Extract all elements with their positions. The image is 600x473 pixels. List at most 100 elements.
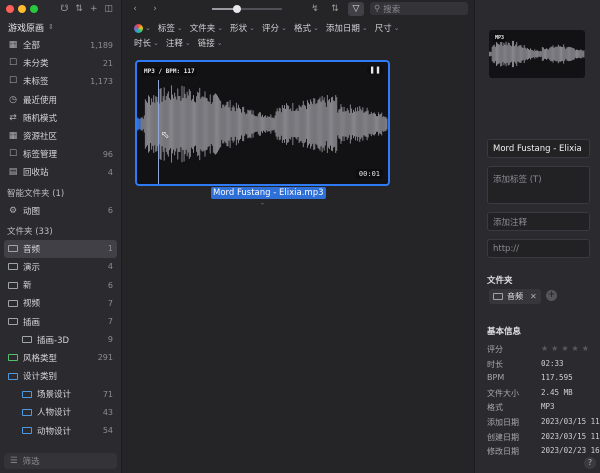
sort-order-icon[interactable]: ⇅ <box>328 4 342 14</box>
pause-icon[interactable]: ❚❚ <box>367 66 383 74</box>
url-field[interactable]: http:// <box>487 239 590 258</box>
folder-item[interactable]: 人物设计 43 <box>0 403 121 421</box>
rating-stars[interactable]: ★ ★ ★ ★ ★ <box>541 344 589 355</box>
folders-title[interactable]: 文件夹 (33) <box>0 222 121 240</box>
forward-icon[interactable]: › <box>148 4 162 14</box>
star-icon[interactable]: ★ <box>541 344 548 355</box>
add-icon[interactable]: + <box>90 4 98 14</box>
sidebar-item[interactable]: ◷ 最近使用 <box>0 91 121 109</box>
tag-icon: ☐ <box>8 149 18 160</box>
folder-item[interactable]: 场景设计 71 <box>0 385 121 403</box>
folder-item[interactable]: 风格类型 291 <box>0 349 121 367</box>
info-value: 2023/03/15 11 <box>541 417 600 426</box>
folder-chip[interactable]: 音频 ✕ <box>489 289 541 304</box>
info-row: 格式 MP3 <box>487 402 600 413</box>
folder-count: 7 <box>107 317 113 327</box>
filter-dropdown[interactable]: 标签 ⌄ <box>158 22 183 34</box>
folder-item[interactable]: 设计类别 <box>0 367 121 385</box>
playhead[interactable] <box>158 80 159 184</box>
note-field[interactable]: 添加注释 <box>487 212 590 231</box>
folder-item[interactable]: 演示 4 <box>0 258 121 276</box>
minimize-window-button[interactable] <box>18 5 26 13</box>
smart-folder-gif[interactable]: ⚙ 动图 6 <box>0 202 121 220</box>
folder-icon <box>8 372 18 380</box>
folder-icon <box>8 354 18 362</box>
zoom-slider-knob[interactable] <box>232 4 241 13</box>
bell-icon[interactable]: ☋ <box>60 4 68 14</box>
info-row: 添加日期 2023/03/15 11 <box>487 417 600 428</box>
preview-thumbnail[interactable]: MP3 <box>489 30 585 78</box>
filter-dropdown[interactable]: 形状 ⌄ <box>230 22 255 34</box>
filter-dropdown[interactable]: 评分 ⌄ <box>262 22 287 34</box>
sidebar-item-count: 1,173 <box>90 76 113 86</box>
zoom-slider[interactable] <box>212 4 282 13</box>
search-input[interactable]: ⚲ 搜索 <box>370 2 468 15</box>
item-filename[interactable]: Mord Fustang - Elixia.mp3 <box>211 187 326 199</box>
chevron-down-icon: ⌄ <box>217 24 224 32</box>
tags-field[interactable]: 添加标签 (T) <box>487 166 590 204</box>
info-value: 2023/02/23 16 <box>541 446 600 456</box>
library-switcher[interactable]: 游戏原画 ⇕ <box>0 18 121 36</box>
sidebar-item-label: 最近使用 <box>23 95 58 106</box>
filter-dropdown[interactable]: 注释 ⌄ <box>166 37 191 49</box>
star-icon[interactable]: ★ <box>561 344 568 355</box>
help-icon[interactable]: ? <box>584 457 596 469</box>
add-folder-icon[interactable]: + <box>546 290 557 301</box>
duration-label: 00:01 <box>355 169 383 179</box>
folder-item[interactable]: 动物设计 54 <box>0 422 121 440</box>
sidebar-item[interactable]: ▤ 回收站 4 <box>0 163 121 181</box>
sidebar-item[interactable]: ☐ 标签管理 96 <box>0 145 121 163</box>
folder-label: 插画-3D <box>37 335 70 346</box>
folder-item[interactable]: 插画 7 <box>0 312 121 330</box>
folder-list: 音频 1 演示 4 新 6 视频 7 插画 7 插画-3D 9 风格类型 291… <box>0 239 121 440</box>
folder-label: 新 <box>23 281 32 292</box>
format-badge: MP3 / BPM: 117 <box>142 67 197 76</box>
sidebar-item[interactable]: ▦ 全部 1,189 <box>0 36 121 54</box>
folder-item[interactable]: 新 6 <box>0 276 121 294</box>
filter-dropdown[interactable]: 尺寸 ⌄ <box>375 22 400 34</box>
audio-item-card[interactable]: MP3 / BPM: 117 ❚❚ 00:01 ⬁ <box>135 60 390 186</box>
star-icon[interactable]: ★ <box>582 344 589 355</box>
chevron-down-icon: ⌄ <box>216 39 223 47</box>
lightning-icon[interactable]: ↯ <box>308 4 322 14</box>
sidebar-filter-input[interactable]: ☰ 筛选 <box>4 453 117 469</box>
star-icon[interactable]: ★ <box>572 344 579 355</box>
sidebar-toggle-icon[interactable]: ◫ <box>104 4 113 14</box>
filter-color[interactable]: ⌄ <box>134 22 151 34</box>
chevron-down-icon: ⌄ <box>249 24 256 32</box>
chevron-updown-icon: ⇕ <box>48 23 54 31</box>
inspector-panel: MP3 Mord Fustang - Elixia 添加标签 (T) 添加注释 … <box>474 0 600 473</box>
close-window-button[interactable] <box>6 5 14 13</box>
filter-dropdown[interactable]: 格式 ⌄ <box>294 22 319 34</box>
smart-folders-title[interactable]: 智能文件夹 (1) <box>0 184 121 202</box>
remove-folder-icon[interactable]: ✕ <box>530 292 537 301</box>
chevron-down-icon: ⌄ <box>361 24 368 32</box>
sidebar-item-count: 1,189 <box>90 40 113 50</box>
filter-label: 形状 <box>230 24 248 34</box>
folder-item[interactable]: 视频 7 <box>0 294 121 312</box>
star-icon[interactable]: ★ <box>551 344 558 355</box>
filter-dropdown[interactable]: 添加日期 ⌄ <box>326 22 368 34</box>
title-field[interactable]: Mord Fustang - Elixia <box>487 139 590 158</box>
grid-icon: ▦ <box>8 40 18 51</box>
filter-dropdown[interactable]: 链接 ⌄ <box>198 37 223 49</box>
community-icon: ▦ <box>8 131 18 142</box>
sidebar-item[interactable]: ☐ 未标签 1,173 <box>0 72 121 90</box>
folder-label: 视频 <box>23 299 41 310</box>
back-icon[interactable]: ‹ <box>128 4 142 14</box>
folder-label: 人物设计 <box>37 408 72 419</box>
filter-toggle-button[interactable]: ▽ <box>348 1 364 16</box>
sidebar-item[interactable]: ⇄ 随机模式 <box>0 109 121 127</box>
sidebar-item[interactable]: ▦ 资源社区 <box>0 127 121 145</box>
folder-item[interactable]: 插画-3D 9 <box>0 331 121 349</box>
sidebar-item[interactable]: ☐ 未分类 21 <box>0 54 121 72</box>
folder-label: 演示 <box>23 262 41 273</box>
folder-chip-label: 音频 <box>507 292 523 301</box>
info-row: 评分 ★ ★ ★ ★ ★ <box>487 344 600 355</box>
folder-item[interactable]: 音频 1 <box>4 239 117 258</box>
sort-icon[interactable]: ⇅ <box>75 4 83 14</box>
info-row: 文件大小 2.45 MB <box>487 388 600 399</box>
filter-dropdown[interactable]: 时长 ⌄ <box>134 37 159 49</box>
filter-dropdown[interactable]: 文件夹 ⌄ <box>190 22 223 34</box>
zoom-window-button[interactable] <box>30 5 38 13</box>
